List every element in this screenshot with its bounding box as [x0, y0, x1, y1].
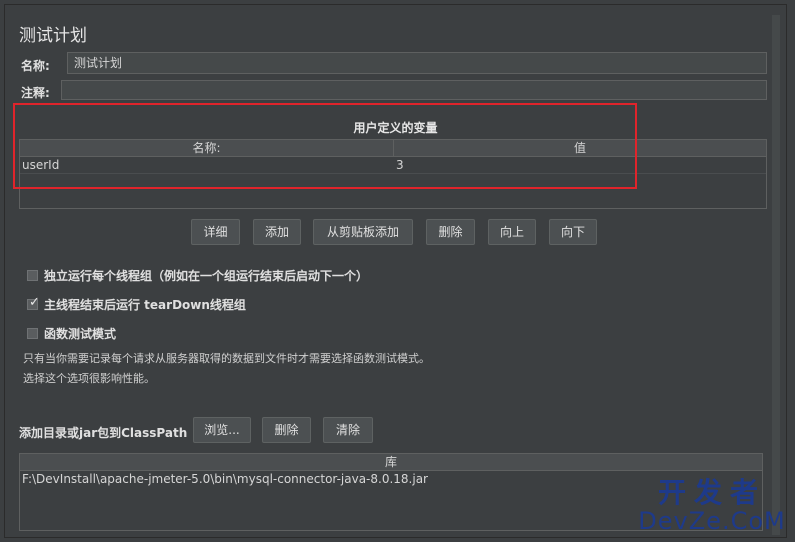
classpath-label: 添加目录或jar包到ClassPath — [19, 426, 188, 440]
run-independent-label: 独立运行每个线程组（例如在一个组运行结束后启动下一个） — [44, 269, 369, 283]
classpath-delete-button[interactable]: 删除 — [262, 417, 311, 443]
comment-field[interactable] — [61, 80, 767, 100]
watermark-cn: 开发者 — [657, 476, 766, 509]
checkbox-checked-icon[interactable]: ✓ — [27, 295, 40, 310]
functional-mode-note: 只有当你需要记录每个请求从服务器取得的数据到文件时才需要选择函数测试模式。 — [23, 352, 430, 365]
run-independent-option[interactable]: 独立运行每个线程组（例如在一个组运行结束后启动下一个） — [27, 267, 368, 284]
add-button[interactable]: 添加 — [253, 219, 301, 245]
column-header-library[interactable]: 库 — [20, 454, 762, 471]
functional-mode-option[interactable]: 函数测试模式 — [27, 325, 116, 342]
watermark-en: DevZe.CoM — [638, 507, 786, 535]
vertical-scrollbar[interactable] — [772, 15, 780, 535]
library-path-cell[interactable]: F:\DevInstall\apache-jmeter-5.0\bin\mysq… — [22, 471, 428, 487]
functional-mode-label: 函数测试模式 — [44, 327, 117, 341]
test-plan-panel: 测试计划 名称: 测试计划 注释: 用户定义的变量 名称: 值 userId 3… — [4, 4, 787, 538]
teardown-label: 主线程结束后运行 tearDown线程组 — [44, 298, 246, 312]
browse-button[interactable]: 浏览... — [193, 417, 251, 443]
check-icon: ✓ — [29, 295, 40, 310]
teardown-option[interactable]: ✓ 主线程结束后运行 tearDown线程组 — [27, 295, 246, 313]
name-label: 名称: — [21, 59, 50, 73]
red-highlight-box — [13, 103, 637, 189]
move-up-button[interactable]: 向上 — [488, 219, 536, 245]
add-from-clipboard-button[interactable]: 从剪贴板添加 — [313, 219, 413, 245]
site-watermark: 开发者 DevZe.CoM — [637, 476, 787, 535]
comment-label: 注释: — [21, 86, 50, 100]
checkbox-unchecked-icon[interactable] — [27, 328, 38, 339]
move-down-button[interactable]: 向下 — [549, 219, 597, 245]
name-field[interactable]: 测试计划 — [67, 52, 767, 74]
performance-note: 选择这个选项很影响性能。 — [23, 372, 155, 385]
page-title: 测试计划 — [19, 26, 87, 46]
checkbox-unchecked-icon[interactable] — [27, 270, 38, 281]
detail-button[interactable]: 详细 — [191, 219, 240, 245]
classpath-clear-button[interactable]: 清除 — [323, 417, 373, 443]
delete-button[interactable]: 删除 — [426, 219, 475, 245]
